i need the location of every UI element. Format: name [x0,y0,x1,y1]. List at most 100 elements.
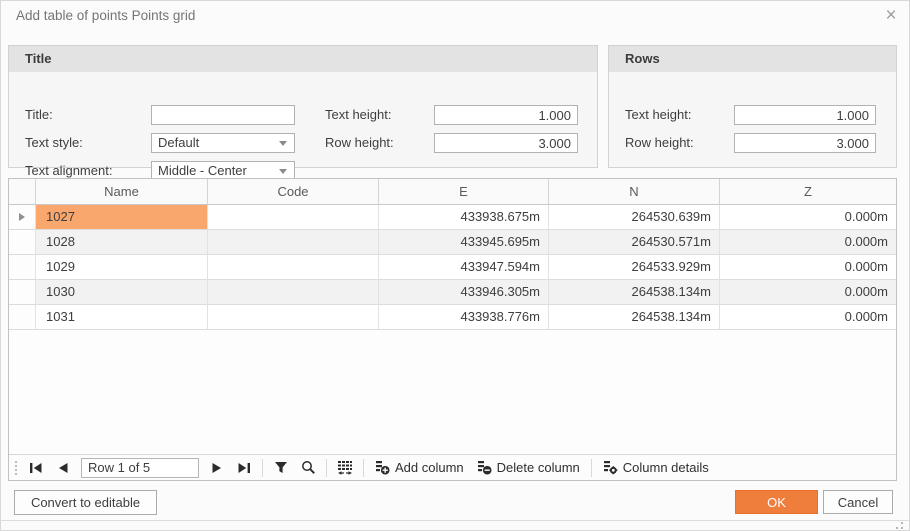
title-input[interactable] [151,105,295,125]
cell-n[interactable]: 264530.639m [549,205,720,230]
cell-e[interactable]: 433945.695m [379,230,549,255]
cancel-button[interactable]: Cancel [823,490,893,514]
rows-text-height-input[interactable] [734,105,876,125]
toolbar-separator [262,459,263,477]
cell-code[interactable] [208,255,379,280]
table-row: 1029 433947.594m 264533.929m 0.000m [9,255,896,280]
cell-name[interactable]: 1030 [36,280,208,305]
text-style-label: Text style: [25,133,83,153]
last-row-icon [237,462,251,474]
row-selector-header [9,179,36,205]
table-row: 1027 433938.675m 264530.639m 0.000m [9,205,896,230]
column-header-n[interactable]: N [549,179,720,205]
cell-e[interactable]: 433938.675m [379,205,549,230]
title-text-height-input[interactable] [434,105,578,125]
next-row-icon [211,462,223,474]
add-column-icon [375,460,390,475]
cell-z[interactable]: 0.000m [720,230,896,255]
add-column-button[interactable]: Add column [373,460,466,475]
cell-name[interactable]: 1031 [36,305,208,330]
resize-grip[interactable] [894,522,904,530]
chevron-down-icon [279,169,287,174]
cell-z[interactable]: 0.000m [720,255,896,280]
search-button[interactable] [299,459,317,477]
cell-n[interactable]: 264533.929m [549,255,720,280]
row-indicator-input[interactable] [81,458,199,478]
title-text-height-label: Text height: [325,105,392,125]
row-selector-cell[interactable] [9,230,36,255]
title-label: Title: [25,105,53,125]
close-icon[interactable]: × [879,4,903,28]
cell-n[interactable]: 264530.571m [549,230,720,255]
first-row-icon [29,462,43,474]
cell-name[interactable]: 1029 [36,255,208,280]
toolbar-separator [326,459,327,477]
best-fit-columns-button[interactable] [336,459,354,477]
chevron-down-icon [279,141,287,146]
column-header-code[interactable]: Code [208,179,379,205]
table-row: 1031 433938.776m 264538.134m 0.000m [9,305,896,330]
dialog-title: Add table of points Points grid [16,8,195,23]
filter-button[interactable] [272,459,290,477]
grid-header-row: Name Code E N Z [9,179,896,205]
cell-code[interactable] [208,205,379,230]
rows-row-height-input[interactable] [734,133,876,153]
cell-code[interactable] [208,305,379,330]
toolbar-separator [363,459,364,477]
cell-z[interactable]: 0.000m [720,205,896,230]
ok-button[interactable]: OK [735,490,818,514]
toolbar-separator [591,459,592,477]
rows-row-height-label: Row height: [625,133,694,153]
filter-icon [274,461,288,474]
column-header-z[interactable]: Z [720,179,896,205]
toolbar-grip-handle[interactable] [15,461,17,475]
row-selector-cell[interactable] [9,280,36,305]
column-header-name[interactable]: Name [36,179,208,205]
cell-name[interactable]: 1028 [36,230,208,255]
row-selector-cell[interactable] [9,205,36,230]
grid-empty-area [9,330,896,454]
first-row-button[interactable] [27,459,45,477]
text-style-value: Default [158,135,199,150]
column-details-icon [603,460,618,475]
points-grid: Name Code E N Z 1027 433938.675m 264530.… [8,178,897,481]
table-row: 1030 433946.305m 264538.134m 0.000m [9,280,896,305]
cell-e[interactable]: 433946.305m [379,280,549,305]
column-details-label: Column details [623,460,709,475]
cell-n[interactable]: 264538.134m [549,280,720,305]
rows-group-header: Rows [609,46,896,72]
row-selector-cell[interactable] [9,255,36,280]
delete-column-icon [477,460,492,475]
last-row-button[interactable] [235,459,253,477]
convert-to-editable-button[interactable]: Convert to editable [14,490,157,515]
title-row-height-label: Row height: [325,133,394,153]
previous-row-button[interactable] [54,459,72,477]
cell-e[interactable]: 433947.594m [379,255,549,280]
grid-toolbar: Add column Delete column [9,454,896,480]
text-style-dropdown[interactable]: Default [151,133,295,153]
cell-code[interactable] [208,230,379,255]
previous-row-icon [57,462,69,474]
column-header-e[interactable]: E [379,179,549,205]
title-row-height-input[interactable] [434,133,578,153]
cell-n[interactable]: 264538.134m [549,305,720,330]
cell-z[interactable]: 0.000m [720,305,896,330]
delete-column-button[interactable]: Delete column [475,460,582,475]
rows-text-height-label: Text height: [625,105,692,125]
add-column-label: Add column [395,460,464,475]
title-group: Title Title: Text style: Default Text al… [8,45,598,168]
table-row: 1028 433945.695m 264530.571m 0.000m [9,230,896,255]
delete-column-label: Delete column [497,460,580,475]
search-icon [301,460,316,475]
cell-e[interactable]: 433938.776m [379,305,549,330]
cell-code[interactable] [208,280,379,305]
column-details-button[interactable]: Column details [601,460,711,475]
text-alignment-value: Middle - Center [158,163,247,178]
rows-group: Rows Text height: Row height: [608,45,897,168]
next-row-button[interactable] [208,459,226,477]
row-selector-cell[interactable] [9,305,36,330]
footer-divider [0,520,910,521]
title-group-header: Title [9,46,597,72]
cell-z[interactable]: 0.000m [720,280,896,305]
cell-name[interactable]: 1027 [36,205,208,230]
